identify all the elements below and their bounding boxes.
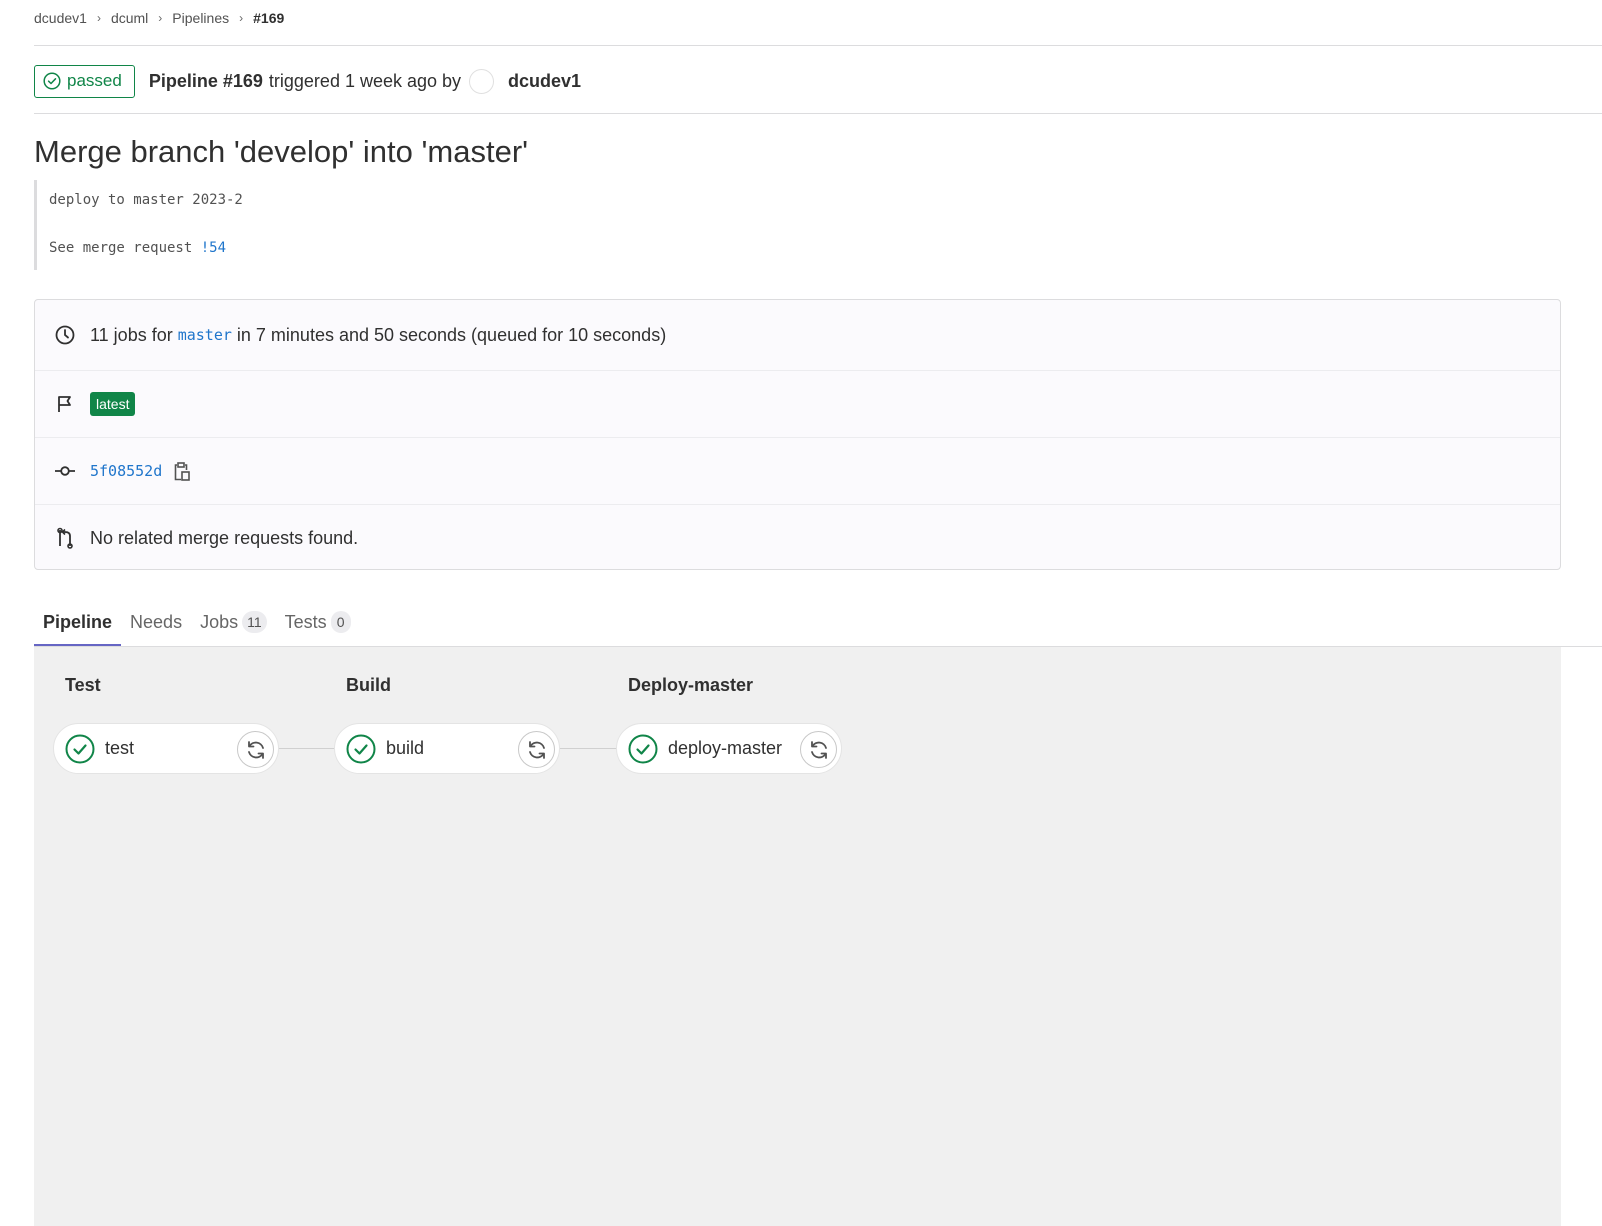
tab-label: Needs [130,611,183,632]
stage-title: Build [346,675,391,695]
job-name: test [105,738,135,758]
pipeline-tabs: Pipeline Needs Jobs 11 Tests 0 [34,598,360,646]
clock-icon [54,324,76,346]
job-card[interactable]: build [334,723,560,774]
commit-description-line: deploy to master 2023-2 [49,192,243,208]
commit-description-line: See merge request !54 [49,240,226,256]
status-label: passed [67,71,122,90]
status-success-icon [346,734,376,764]
stage-title: Deploy-master [628,675,754,695]
tab-count-badge: 11 [242,611,267,633]
clipboard-icon [174,461,191,481]
stage-connector [560,748,616,749]
duration-row: 11 jobs for master in 7 minutes and 50 s… [35,300,1560,371]
divider [34,45,1602,46]
retry-icon [528,740,545,759]
commit-sha-link[interactable]: 5f08552d [90,462,162,480]
job-card[interactable]: deploy-master [616,723,842,774]
author-link[interactable]: dcudev1 [508,71,581,92]
duration-text: in 7 minutes and 50 seconds (queued for … [236,324,667,345]
chevron-right-icon: › [158,11,163,25]
retry-button[interactable] [237,731,274,768]
merge-request-link[interactable]: !54 [201,240,226,256]
retry-button[interactable] [518,731,555,768]
job-name: deploy-master [668,738,783,758]
chevron-right-icon: › [239,11,244,25]
related-mr-text: No related merge requests found. [90,527,359,548]
copy-sha-button[interactable] [172,460,192,482]
breadcrumb-item-project[interactable]: dcuml [111,10,148,26]
tab-count-badge: 0 [330,611,351,633]
divider [34,113,1602,114]
pipeline-info-card: 11 jobs for master in 7 minutes and 50 s… [34,299,1561,570]
chevron-right-icon: › [96,11,101,25]
tab-label: Tests [284,611,327,632]
breadcrumb-item-pipelines[interactable]: Pipelines [172,10,229,26]
commit-icon [54,460,76,482]
pipeline-graph: Test Build Deploy-master test build depl… [34,647,1561,1226]
commit-description: deploy to master 2023-2 See merge reques… [34,180,243,270]
latest-badge: latest [90,392,136,416]
commit-title: Merge branch 'develop' into 'master' [34,134,529,169]
status-badge[interactable]: passed [34,64,135,98]
breadcrumb-item-current[interactable]: #169 [253,10,284,26]
status-success-icon [65,734,95,764]
commit-sha-row: 5f08552d [35,438,1560,505]
tab-label: Jobs [200,611,239,632]
retry-icon [810,740,827,759]
flag-icon [54,393,76,415]
breadcrumb: dcudev1 › dcuml › Pipelines › #169 [34,8,284,28]
status-success-icon [43,72,61,90]
tab-jobs[interactable]: Jobs 11 [191,598,276,646]
tab-tests[interactable]: Tests 0 [276,598,360,646]
retry-button[interactable] [800,731,837,768]
stage-title: Test [65,675,101,695]
pipeline-header: passed Pipeline #169 triggered 1 week ag… [34,64,581,98]
status-success-icon [628,734,658,764]
breadcrumb-item-group[interactable]: dcudev1 [34,10,87,26]
tab-label: Pipeline [43,611,113,632]
pipeline-id: Pipeline #169 [148,70,263,91]
merge-request-prefix: See merge request [49,240,193,256]
triggered-text: triggered 1 week ago by [268,70,462,91]
tab-pipeline[interactable]: Pipeline [34,598,122,646]
jobs-count-text: 11 jobs for [90,324,173,345]
tab-needs[interactable]: Needs [121,598,191,646]
job-name: build [386,738,425,758]
branch-link[interactable]: master [178,326,232,344]
job-card[interactable]: test [53,723,279,774]
merge-request-icon [54,527,76,549]
avatar[interactable] [469,68,495,94]
stage-connector [278,748,334,749]
retry-icon [247,740,264,759]
badges-row: latest [35,371,1560,438]
merge-requests-row: No related merge requests found. [35,505,1560,569]
